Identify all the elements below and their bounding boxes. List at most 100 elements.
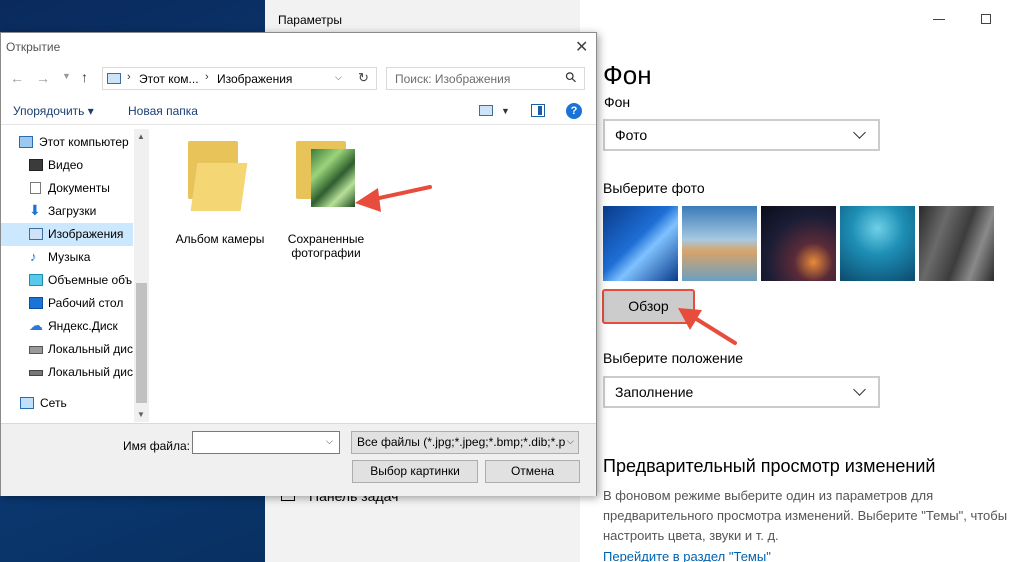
choose-photo-label: Выберите фото (603, 180, 705, 196)
breadcrumb-chevron-icon[interactable]: › (127, 71, 131, 83)
nav-item-label: Документы (48, 181, 110, 195)
preview-pane-icon[interactable] (531, 104, 545, 117)
chevron-down-icon[interactable]: ⌵ (326, 436, 333, 447)
nav-item-desktop[interactable]: Рабочий стол (1, 292, 133, 315)
organize-button[interactable]: Упорядочить ▾ (13, 104, 94, 118)
breadcrumb-pictures[interactable]: Изображения (217, 72, 292, 86)
choose-position-label: Выберите положение (603, 350, 744, 366)
nav-item-this-pc[interactable]: Этот компьютер (1, 131, 133, 154)
themes-link[interactable]: Перейдите в раздел "Темы" (603, 549, 771, 562)
close-icon[interactable]: ✕ (575, 37, 588, 57)
computer-icon (19, 136, 33, 148)
pictures-icon (107, 73, 121, 84)
position-select[interactable]: Заполнение (603, 376, 880, 408)
settings-window-title: Параметры (278, 13, 342, 27)
scroll-down-icon[interactable]: ▼ (137, 410, 145, 419)
folder-photo-preview (311, 149, 355, 207)
file-type-select[interactable]: Все файлы (*.jpg;*.jpeg;*.bmp;*.dib;*.p (351, 431, 579, 454)
nav-item-network[interactable]: Сеть (1, 392, 133, 415)
choose-picture-button[interactable]: Выбор картинки (352, 460, 478, 483)
minimize-icon[interactable] (933, 19, 945, 20)
photo-thumbnail[interactable] (761, 206, 836, 281)
nav-item-3d-objects[interactable]: Объемные объ (1, 269, 133, 292)
address-bar[interactable]: › Этот ком... › Изображения ⌵ ↻ (102, 67, 377, 90)
position-value: Заполнение (615, 384, 694, 400)
up-arrow-icon[interactable]: ↑ (81, 69, 88, 85)
nav-item-music[interactable]: ♪ Музыка (1, 246, 133, 269)
photo-thumbnail[interactable] (840, 206, 915, 281)
page-title: Фон (603, 60, 652, 90)
divider (1, 124, 596, 125)
nav-item-label: Загрузки (48, 204, 97, 218)
pictures-icon (29, 228, 43, 240)
navigation-pane: Этот компьютер Видео Документы ⬇ Загрузк… (1, 129, 149, 422)
photo-thumbnail[interactable] (682, 206, 757, 281)
chevron-down-icon (853, 126, 866, 139)
search-input[interactable]: Поиск: Изображения ⚲ (386, 67, 585, 90)
network-icon (20, 397, 34, 409)
background-label: Фон (604, 94, 631, 110)
nav-item-videos[interactable]: Видео (1, 154, 133, 177)
nav-item-label: Музыка (48, 250, 91, 264)
help-icon[interactable]: ? (566, 103, 582, 119)
video-icon (29, 159, 43, 171)
nav-item-yandex-disk[interactable]: ☁ Яндекс.Диск (1, 315, 133, 338)
nav-item-local-disk[interactable]: Локальный дис (1, 338, 133, 361)
nav-item-downloads[interactable]: ⬇ Загрузки (1, 200, 133, 223)
desktop-icon (29, 297, 43, 309)
background-type-value: Фото (615, 127, 648, 143)
scroll-up-icon[interactable]: ▲ (137, 132, 145, 141)
nav-item-label: Локальный дис (48, 342, 133, 356)
nav-item-local-disk[interactable]: Локальный дис (1, 361, 133, 384)
downloads-icon: ⬇ (29, 202, 41, 218)
open-file-dialog: Открытие ✕ ← → ▼ ↑ › Этот ком... › Изобр… (0, 32, 597, 496)
photo-thumbnail[interactable] (919, 206, 994, 281)
preview-heading: Предварительный просмотр изменений (603, 456, 936, 476)
documents-icon (30, 182, 41, 194)
chevron-down-icon[interactable]: ⌵ (335, 72, 342, 83)
scrollbar-thumb[interactable] (136, 283, 147, 403)
forward-arrow-icon[interactable]: → (36, 70, 50, 86)
nav-item-label: Объемные объ (48, 273, 133, 287)
browse-button[interactable]: Обзор (602, 289, 695, 324)
breadcrumb-this-pc[interactable]: Этот ком... (139, 72, 199, 86)
drive-icon (29, 370, 43, 376)
file-list: Альбом камеры Сохраненные фотографии (149, 129, 596, 422)
folder-icon (190, 163, 248, 211)
search-placeholder: Поиск: Изображения (395, 72, 511, 86)
recent-locations-chevron-icon[interactable]: ▼ (62, 71, 71, 81)
maximize-icon[interactable] (981, 14, 991, 24)
breadcrumb-chevron-icon[interactable]: › (205, 71, 209, 83)
dialog-title: Открытие (6, 40, 61, 54)
chevron-down-icon[interactable]: ▼ (501, 106, 510, 116)
nav-item-pictures[interactable]: Изображения (1, 223, 133, 246)
photo-thumbnail[interactable] (603, 206, 678, 281)
preview-description: В фоновом режиме выберите один из параме… (603, 488, 1008, 543)
yandex-disk-icon: ☁ (29, 317, 43, 333)
folder-label[interactable]: Сохраненные фотографии (276, 232, 376, 260)
folder-label[interactable]: Альбом камеры (170, 232, 270, 246)
music-icon: ♪ (30, 249, 37, 264)
chevron-down-icon (853, 383, 866, 396)
nav-item-label: Локальный дис (48, 365, 133, 379)
new-folder-button[interactable]: Новая папка (128, 104, 198, 118)
nav-item-label: Сеть (40, 396, 67, 410)
nav-item-label: Изображения (48, 227, 124, 241)
cancel-button[interactable]: Отмена (485, 460, 580, 483)
refresh-icon[interactable]: ↻ (358, 70, 369, 86)
nav-item-label: Рабочий стол (48, 296, 124, 310)
back-arrow-icon[interactable]: ← (10, 70, 24, 86)
nav-item-label: Яндекс.Диск (48, 319, 118, 333)
filename-input[interactable] (192, 431, 340, 454)
search-icon[interactable]: ⚲ (561, 68, 580, 87)
drive-icon (29, 346, 43, 354)
folder-item[interactable] (188, 141, 248, 211)
chevron-down-icon[interactable]: ⌵ (567, 436, 574, 447)
background-type-select[interactable]: Фото (603, 119, 880, 151)
filename-label: Имя файла: (123, 439, 190, 453)
3d-objects-icon (29, 274, 43, 286)
view-options-icon[interactable] (479, 105, 493, 116)
nav-item-label: Этот компьютер (39, 135, 129, 149)
nav-item-label: Видео (48, 158, 84, 172)
nav-item-documents[interactable]: Документы (1, 177, 133, 200)
